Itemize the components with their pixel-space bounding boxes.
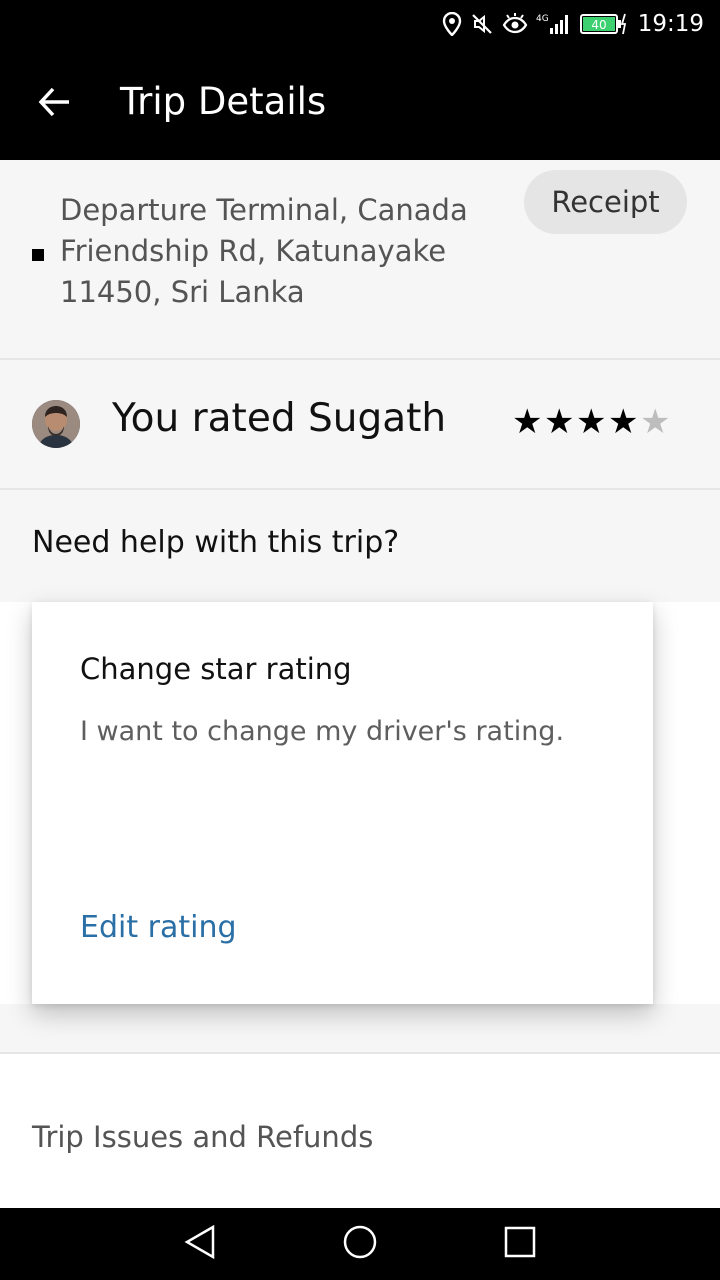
card-title: Change star rating [80, 652, 352, 686]
triangle-back-icon [183, 1224, 217, 1264]
card-description: I want to change my driver's rating. [80, 716, 565, 747]
rating-stars: ★ ★ ★ ★ ★ [512, 400, 670, 444]
help-heading: Need help with this trip? [32, 525, 400, 560]
svg-text:4G: 4G [536, 14, 549, 24]
driver-rating-row: You rated Sugath ★ ★ ★ ★ ★ [0, 360, 720, 488]
nav-back-button[interactable] [180, 1224, 220, 1264]
star-icon: ★ [544, 402, 575, 442]
driver-avatar [32, 400, 80, 448]
system-navigation-bar [0, 1208, 720, 1280]
receipt-button[interactable]: Receipt [524, 170, 687, 234]
edit-rating-link[interactable]: Edit rating [80, 910, 237, 945]
circle-home-icon [342, 1224, 378, 1264]
star-icon: ★ [576, 402, 607, 442]
divider [0, 488, 720, 490]
mute-icon [470, 12, 494, 36]
dropoff-marker-icon [32, 249, 44, 261]
svg-text:40: 40 [591, 18, 606, 32]
star-icon: ★ [512, 402, 543, 442]
dropoff-address: Departure Terminal, Canada Friendship Rd… [60, 193, 468, 309]
rating-summary: You rated Sugath [112, 396, 447, 441]
eye-comfort-icon [502, 12, 528, 36]
square-recents-icon [503, 1225, 537, 1263]
trip-address-section: Departure Terminal, Canada Friendship Rd… [0, 160, 720, 358]
signal-icon: 4G [536, 12, 572, 36]
location-icon [442, 12, 462, 36]
trip-issues-label: Trip Issues and Refunds [32, 1120, 374, 1154]
star-icon: ★ [608, 402, 639, 442]
star-empty-icon: ★ [640, 402, 671, 442]
status-time: 19:19 [637, 11, 704, 37]
nav-home-button[interactable] [340, 1224, 380, 1264]
back-button[interactable] [26, 78, 82, 130]
status-icons: 4G 40 19:19 [442, 0, 704, 48]
app-bar: Trip Details [0, 48, 720, 160]
back-arrow-icon [36, 84, 72, 124]
change-rating-card: Change star rating I want to change my d… [32, 602, 653, 1004]
status-bar: 4G 40 19:19 [0, 0, 720, 48]
nav-recents-button[interactable] [500, 1224, 540, 1264]
battery-icon: 40 [579, 12, 628, 36]
trip-issues-item[interactable]: Trip Issues and Refunds [0, 1054, 720, 1208]
page-title: Trip Details [120, 80, 327, 123]
